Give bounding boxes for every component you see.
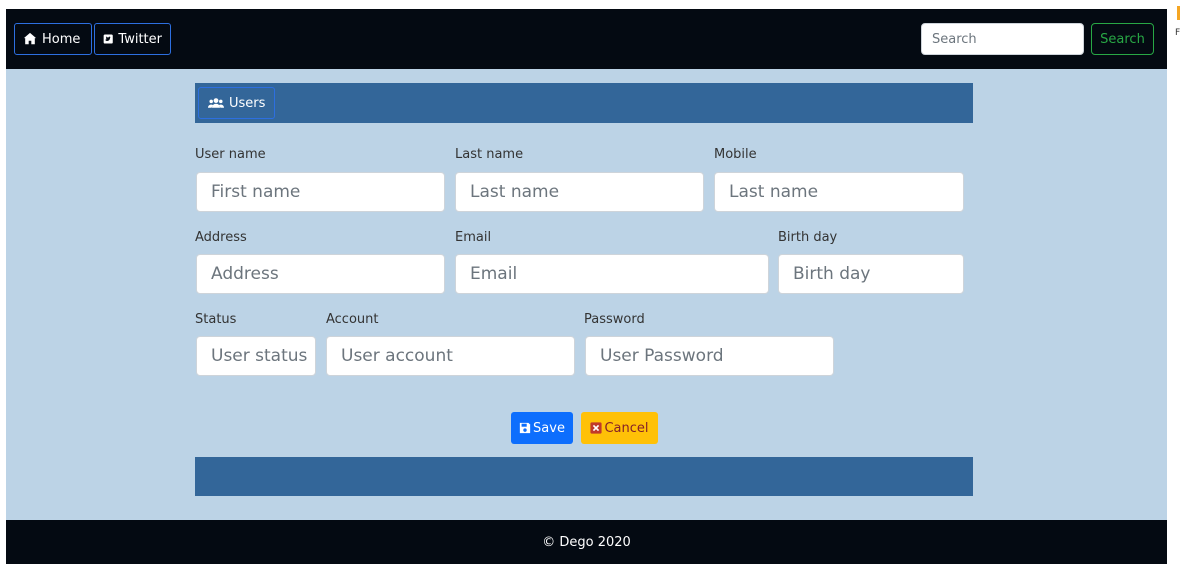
account-label: Account (326, 312, 379, 327)
mobile-label: Mobile (714, 147, 757, 162)
edge-glyph: F (1175, 28, 1180, 38)
search-placeholder: Search (932, 31, 977, 47)
birthday-label: Birth day (778, 230, 838, 245)
home-icon (23, 32, 37, 45)
account-input[interactable]: User account (326, 336, 575, 376)
address-input[interactable]: Address (196, 254, 445, 294)
search-button-label: Search (1100, 31, 1145, 47)
twitter-button[interactable]: Twitter (94, 23, 171, 55)
tab-users[interactable]: Users (198, 87, 276, 119)
footer: © Dego 2020 (6, 520, 1167, 564)
lastname-input[interactable]: Last name (455, 172, 704, 212)
page: Home Twitter Search Search Users User na… (6, 9, 1167, 564)
status-input[interactable]: User status (196, 336, 316, 376)
username-input[interactable]: First name (196, 172, 445, 212)
twitter-label: Twitter (118, 31, 162, 47)
users-icon (208, 98, 224, 108)
copyright-text: © Dego 2020 (542, 534, 631, 550)
home-button[interactable]: Home (14, 23, 92, 55)
search-button[interactable]: Search (1091, 23, 1154, 55)
save-label: Save (533, 420, 565, 436)
card-header: Users (195, 83, 973, 123)
password-placeholder: User Password (600, 346, 724, 366)
tab-users-label: Users (229, 95, 266, 111)
cancel-label: Cancel (604, 420, 649, 436)
address-label: Address (195, 230, 247, 245)
lastname-label: Last name (455, 147, 524, 162)
status-label: Status (195, 312, 237, 327)
mobile-input[interactable]: Last name (714, 172, 964, 212)
twitter-icon (103, 34, 113, 44)
email-label: Email (455, 230, 492, 245)
save-button[interactable]: Save (511, 412, 573, 444)
cancel-button[interactable]: Cancel (581, 412, 658, 444)
close-icon (590, 422, 603, 434)
email-input[interactable]: Email (455, 254, 769, 294)
username-placeholder: First name (211, 182, 301, 202)
mobile-placeholder: Last name (729, 182, 819, 202)
search-input[interactable]: Search (921, 23, 1084, 55)
home-label: Home (42, 31, 81, 47)
birthday-placeholder: Birth day (793, 264, 871, 284)
save-icon (519, 422, 531, 434)
status-placeholder: User status (211, 346, 308, 366)
password-label: Password (584, 312, 645, 327)
navbar: Home Twitter Search Search (6, 9, 1167, 69)
address-placeholder: Address (211, 264, 279, 284)
lastname-placeholder: Last name (470, 182, 560, 202)
birthday-input[interactable]: Birth day (778, 254, 964, 294)
username-label: User name (195, 147, 266, 162)
account-placeholder: User account (341, 346, 453, 366)
password-input[interactable]: User Password (585, 336, 834, 376)
email-placeholder: Email (470, 264, 518, 284)
card-footer (195, 457, 973, 496)
